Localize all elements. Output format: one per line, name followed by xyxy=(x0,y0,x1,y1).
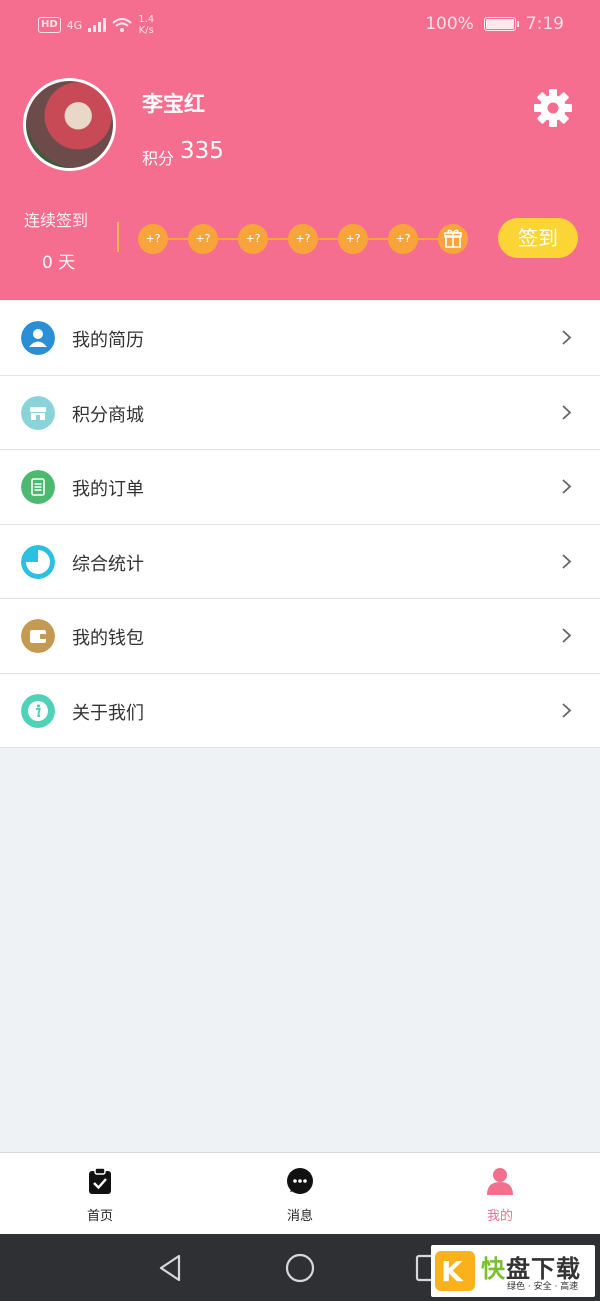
menu-item-resume[interactable]: 我的简历 xyxy=(0,301,600,376)
points-value: 335 xyxy=(180,138,224,164)
network-speed: 1.4 K/s xyxy=(138,14,155,36)
tab-label: 我的 xyxy=(486,1209,513,1224)
wallet-icon xyxy=(21,619,55,653)
menu-item-wallet[interactable]: 我的钱包 xyxy=(0,599,600,674)
battery-percent: 100% xyxy=(425,14,474,34)
menu-item-statistics[interactable]: 综合统计 xyxy=(0,525,600,599)
points-label: 积分 xyxy=(142,149,175,168)
home-icon[interactable] xyxy=(284,1252,316,1284)
menu-label: 关于我们 xyxy=(72,702,144,724)
tab-messages[interactable]: 消息 xyxy=(200,1153,400,1235)
menu-list: 我的简历 积分商城 我的订单 综合统计 我的钱包 关于我们 xyxy=(0,301,600,748)
reward-day-6: +? xyxy=(388,224,418,254)
watermark-subtitle: 绿色 · 安全 · 高速 xyxy=(507,1282,579,1292)
user-icon xyxy=(21,321,55,355)
streak-days: 0 天 xyxy=(42,253,76,273)
chevron-right-icon xyxy=(562,330,572,345)
menu-item-points-store[interactable]: 积分商城 xyxy=(0,376,600,450)
clipboard-icon xyxy=(89,1167,111,1194)
gear-icon[interactable] xyxy=(533,88,573,128)
streak-divider xyxy=(117,222,119,252)
menu-label: 综合统计 xyxy=(72,553,144,575)
watermark-logo: K 快盘下载 绿色 · 安全 · 高速 xyxy=(431,1245,595,1297)
signin-button[interactable]: 签到 xyxy=(498,218,578,258)
message-icon xyxy=(287,1168,313,1194)
signal-icon xyxy=(88,18,107,32)
tab-mine[interactable]: 我的 xyxy=(400,1153,600,1235)
menu-item-about[interactable]: 关于我们 xyxy=(0,674,600,748)
battery-icon xyxy=(483,17,519,31)
info-icon xyxy=(21,693,55,728)
chevron-right-icon xyxy=(562,553,572,569)
menu-label: 我的钱包 xyxy=(72,628,144,649)
bottom-tab-bar: 首页 消息 我的 xyxy=(0,1152,600,1234)
chevron-right-icon xyxy=(562,628,572,643)
hd-indicator: HD xyxy=(38,17,61,33)
chevron-right-icon xyxy=(562,404,572,420)
wifi-icon xyxy=(112,18,132,32)
avatar[interactable] xyxy=(23,78,116,171)
profile-header: HD 4G 1.4 K/s 100% 7:19 李宝红 积分 335 连续签到 … xyxy=(0,0,600,300)
chevron-right-icon xyxy=(562,702,572,718)
reward-day-2: +? xyxy=(188,224,218,254)
status-bar: HD 4G 1.4 K/s 100% 7:19 xyxy=(0,0,600,52)
chevron-right-icon xyxy=(562,479,572,494)
reward-day-4: +? xyxy=(288,224,318,254)
tab-label: 消息 xyxy=(286,1209,313,1224)
pie-chart-icon xyxy=(21,544,55,579)
signal-type: 4G xyxy=(66,18,83,32)
order-icon xyxy=(21,470,55,504)
menu-label: 我的订单 xyxy=(72,479,144,500)
menu-label: 我的简历 xyxy=(72,330,144,351)
tab-label: 首页 xyxy=(86,1209,113,1224)
reward-day-5: +? xyxy=(338,224,368,254)
streak-label: 连续签到 xyxy=(24,211,89,230)
username: 李宝红 xyxy=(142,92,205,116)
watermark-k-icon: K xyxy=(435,1251,475,1291)
menu-label: 积分商城 xyxy=(72,404,144,426)
person-icon xyxy=(487,1168,513,1195)
back-icon[interactable] xyxy=(155,1252,187,1284)
reward-day-3: +? xyxy=(238,224,268,254)
menu-item-orders[interactable]: 我的订单 xyxy=(0,450,600,525)
store-icon xyxy=(21,395,55,430)
reward-day-1: +? xyxy=(138,224,168,254)
clock: 7:19 xyxy=(525,14,564,34)
tab-home[interactable]: 首页 xyxy=(0,1153,200,1235)
gift-icon xyxy=(438,224,468,254)
